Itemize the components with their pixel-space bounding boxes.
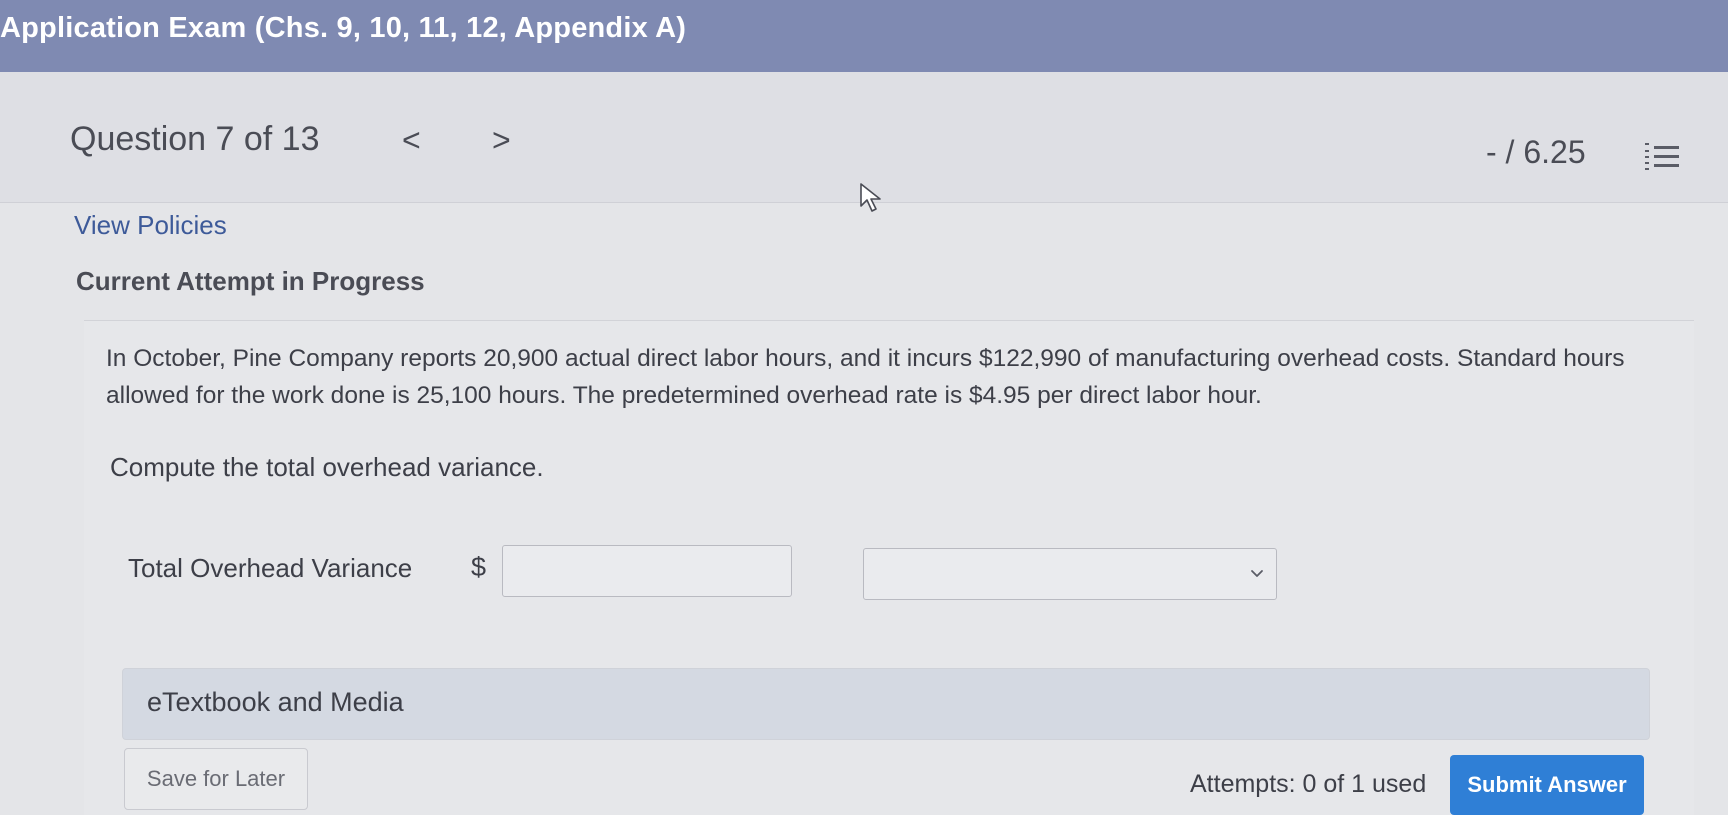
list-icon[interactable]	[1645, 140, 1681, 174]
save-for-later-button[interactable]: Save for Later	[124, 748, 308, 810]
mouse-cursor-icon	[860, 183, 881, 212]
etextbook-and-media-panel[interactable]: eTextbook and Media	[122, 668, 1650, 740]
chevron-down-icon	[1251, 570, 1263, 577]
attempts-counter: Attempts: 0 of 1 used	[1190, 770, 1427, 798]
question-prompt: Compute the total overhead variance.	[110, 452, 544, 482]
title-bar: Application Exam (Chs. 9, 10, 11, 12, Ap…	[0, 0, 1728, 78]
question-counter: Question 7 of 13	[70, 120, 320, 158]
currency-symbol: $	[471, 552, 487, 582]
variance-amount-input[interactable]	[502, 545, 792, 597]
question-score: - / 6.25	[1486, 134, 1586, 170]
etextbook-label: eTextbook and Media	[147, 687, 404, 717]
total-overhead-variance-label: Total Overhead Variance	[128, 553, 413, 583]
view-policies-link[interactable]: View Policies	[74, 210, 227, 241]
variance-type-select[interactable]	[863, 548, 1277, 600]
attempt-status: Current Attempt in Progress	[76, 266, 425, 296]
chevron-right-icon[interactable]: >	[492, 122, 511, 159]
exam-page: Application Exam (Chs. 9, 10, 11, 12, Ap…	[0, 0, 1728, 815]
chevron-left-icon[interactable]: <	[402, 122, 421, 159]
submit-answer-button[interactable]: Submit Answer	[1450, 755, 1644, 815]
question-text: In October, Pine Company reports 20,900 …	[106, 345, 1625, 409]
exam-title: Application Exam (Chs. 9, 10, 11, 12, Ap…	[0, 12, 687, 44]
